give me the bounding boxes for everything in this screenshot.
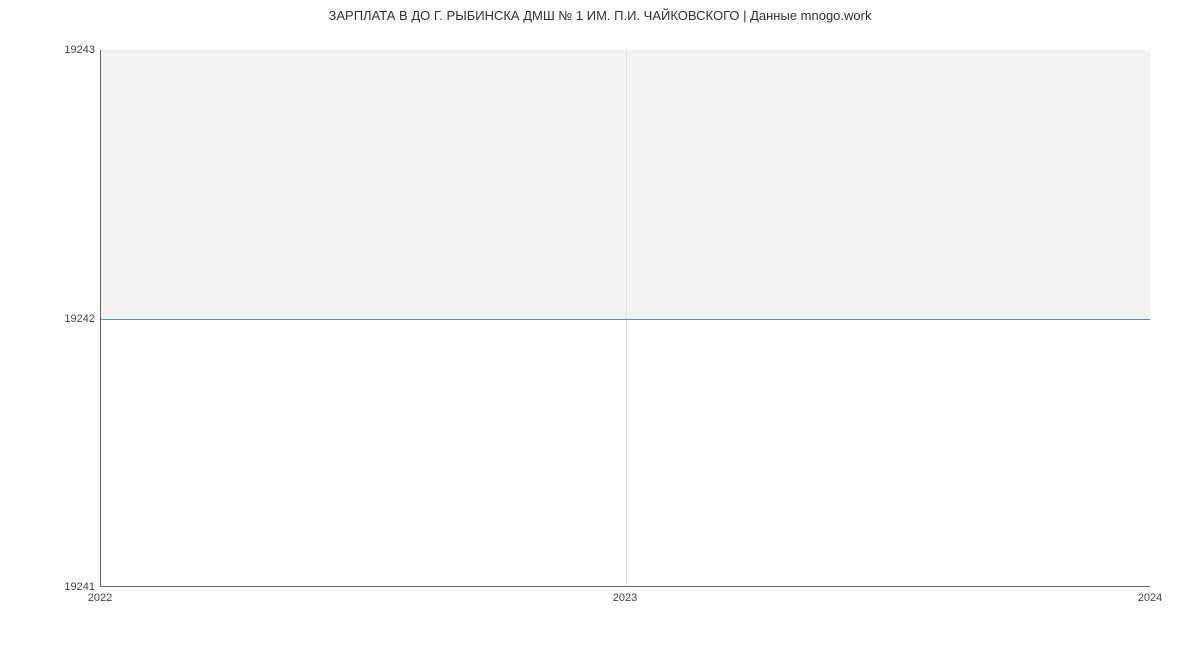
y-tick-mid: 19242: [35, 313, 95, 325]
chart-title: ЗАРПЛАТА В ДО Г. РЫБИНСКА ДМШ № 1 ИМ. П.…: [0, 8, 1200, 23]
x-tick-2022: 2022: [88, 592, 112, 604]
y-tick-top: 19243: [35, 44, 95, 56]
y-tick-bot: 19241: [35, 581, 95, 593]
plot-area: [100, 50, 1150, 587]
x-tick-2023: 2023: [613, 592, 637, 604]
x-tick-2024: 2024: [1138, 592, 1162, 604]
data-line: [101, 319, 1150, 320]
